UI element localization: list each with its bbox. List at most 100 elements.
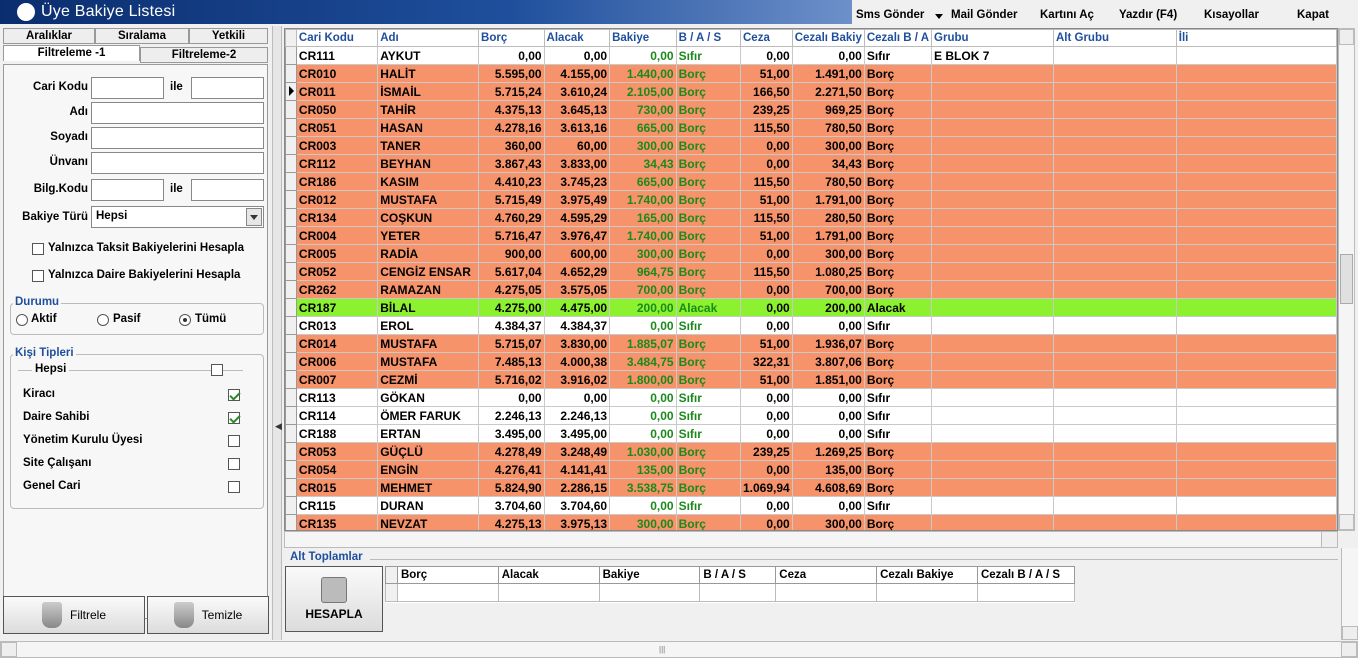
menu-yazdir[interactable]: Yazdır (F4) xyxy=(1119,9,1177,21)
cell-cezali-bas: Borç xyxy=(863,82,933,101)
table-row[interactable]: CR005 RADİA 900,00 600,00 300,00 Borç 0,00 300,… xyxy=(285,244,1337,263)
table-row[interactable]: CR050 TAHİR 4.375,13 3.645,13 730,00 Borç 239,… xyxy=(285,100,1337,119)
filtrele-button[interactable]: Filtrele xyxy=(3,596,145,634)
table-row[interactable]: CR007 CEZMİ 5.716,02 3.916,02 1.800,00 Borç 51… xyxy=(285,370,1337,389)
scroll-left-icon[interactable] xyxy=(1,642,17,657)
col-bakiye[interactable]: Bakiye xyxy=(609,29,677,47)
table-row[interactable]: CR188 ERTAN 3.495,00 3.495,00 0,00 Sıfır 0,00 0… xyxy=(285,424,1337,443)
scroll-down-icon[interactable] xyxy=(1339,514,1354,530)
menu-kisayollar[interactable]: Kısayollar xyxy=(1204,9,1259,21)
adi-input[interactable] xyxy=(91,102,264,124)
kisi-site-calisani-checkbox[interactable] xyxy=(228,458,240,470)
radio-pasif[interactable] xyxy=(97,314,109,326)
scroll-grip-icon[interactable]: ||| xyxy=(659,645,665,654)
bilg-kodu-start-input[interactable] xyxy=(91,179,164,201)
soyadi-input[interactable] xyxy=(91,127,264,149)
col-cezali-bas[interactable]: Cezalı B / A xyxy=(863,29,933,47)
col-cezali-bakiye[interactable]: Cezalı Bakiy xyxy=(791,29,865,47)
table-row[interactable]: CR186 KASIM 4.410,23 3.745,23 665,00 Borç 115,… xyxy=(285,172,1337,191)
cell-grubu xyxy=(931,226,1054,245)
grid-vertical-scrollbar[interactable] xyxy=(1338,28,1355,531)
kisi-kiraci-checkbox[interactable] xyxy=(228,389,240,401)
cell-grubu xyxy=(931,442,1054,461)
tab-siralama[interactable]: Sıralama xyxy=(95,28,189,44)
unvani-input[interactable] xyxy=(91,152,264,174)
table-row[interactable]: CR051 HASAN 4.278,16 3.613,16 665,00 Borç 115,… xyxy=(285,118,1337,137)
table-row[interactable]: CR111 AYKUT 0,00 0,00 0,00 Sıfır 0,00 0,00 Sıfır… xyxy=(285,46,1337,65)
scroll-down-icon[interactable] xyxy=(1342,626,1358,640)
table-row[interactable]: CR053 GÜÇLÜ 4.278,49 3.248,49 1.030,00 Borç 23… xyxy=(285,442,1337,461)
kisi-genel-cari-checkbox[interactable] xyxy=(228,481,240,493)
col-adi[interactable]: Adı xyxy=(377,29,480,47)
daire-checkbox[interactable] xyxy=(32,270,44,282)
col-ili[interactable]: İli xyxy=(1175,29,1337,47)
hepsi-checkbox[interactable] xyxy=(211,364,223,376)
table-row[interactable]: CR134 COŞKUN 4.760,29 4.595,29 165,00 Borç 115… xyxy=(285,208,1337,227)
bakiye-turu-select[interactable]: Hepsi xyxy=(91,206,264,228)
table-row[interactable]: CR112 BEYHAN 3.867,43 3.833,00 34,43 Borç 0,00… xyxy=(285,154,1337,173)
table-row[interactable]: CR011 İSMAİL 5.715,24 3.610,24 2.105,00 Borç 1… xyxy=(285,82,1337,101)
col-borc[interactable]: Borç xyxy=(478,29,545,47)
chevron-down-icon[interactable] xyxy=(935,14,943,19)
table-row[interactable]: CR006 MUSTAFA 7.485,13 4.000,38 3.484,75 Borç… xyxy=(285,352,1337,371)
cell-grubu xyxy=(931,424,1054,443)
bilg-kodu-ile-label: ile xyxy=(170,183,183,195)
table-row[interactable]: CR014 MUSTAFA 5.715,07 3.830,00 1.885,07 Borç… xyxy=(285,334,1337,353)
panel-splitter[interactable]: ◀ xyxy=(272,26,282,640)
tab-yetkili[interactable]: Yetkili xyxy=(189,28,268,44)
table-row[interactable]: CR004 YETER 5.716,47 3.976,47 1.740,00 Borç 51… xyxy=(285,226,1337,245)
hesapla-button[interactable]: HESAPLA xyxy=(285,566,383,632)
tab-filtreleme-2[interactable]: Filtreleme-2 xyxy=(140,47,268,63)
menu-sms-gonder[interactable]: Sms Gönder xyxy=(856,9,924,21)
menu-mail-gonder[interactable]: Mail Gönder xyxy=(951,9,1017,21)
kisi-daire-sahibi-checkbox[interactable] xyxy=(228,412,240,424)
menu-kapat[interactable]: Kapat xyxy=(1297,9,1329,21)
cell-bakiye: 700,00 xyxy=(609,280,677,299)
table-row[interactable]: CR113 GÖKAN 0,00 0,00 0,00 Sıfır 0,00 0,00 Sıfır xyxy=(285,388,1337,407)
table-row[interactable]: CR012 MUSTAFA 5.715,49 3.975,49 1.740,00 Borç… xyxy=(285,190,1337,209)
chevron-down-icon[interactable] xyxy=(246,208,262,226)
tab-filtreleme-1[interactable]: Filtreleme -1 xyxy=(3,45,140,61)
table-row[interactable]: CR262 RAMAZAN 4.275,05 3.575,05 700,00 Borç 0,… xyxy=(285,280,1337,299)
scroll-right-icon[interactable] xyxy=(1341,642,1357,657)
menu-kartini-ac[interactable]: Kartını Aç xyxy=(1040,9,1094,21)
table-row[interactable]: CR187 BİLAL 4.275,00 4.475,00 200,00 Alacak 0,… xyxy=(285,298,1337,317)
col-alt-grubu[interactable]: Alt Grubu xyxy=(1052,29,1177,47)
table-row[interactable]: CR115 DURAN 3.704,60 3.704,60 0,00 Sıfır 0,00 0… xyxy=(285,496,1337,515)
table-row[interactable]: CR135 NEVZAT 4.275,13 3.975,13 300,00 Borç 0,0… xyxy=(285,514,1337,530)
table-row[interactable]: CR010 HALİT 5.595,00 4.155,00 1.440,00 Borç 51… xyxy=(285,64,1337,83)
col-bas[interactable]: B / A / S xyxy=(675,29,742,47)
cell-alt-grubu xyxy=(1052,334,1177,353)
col-grubu[interactable]: Grubu xyxy=(931,29,1054,47)
chevron-left-icon[interactable]: ◀ xyxy=(275,421,282,432)
table-row[interactable]: CR013 EROL 4.384,37 4.384,37 0,00 Sıfır 0,00 0,… xyxy=(285,316,1337,335)
cell-alt-grubu xyxy=(1052,316,1177,335)
col-ceza[interactable]: Ceza xyxy=(740,29,793,47)
tab-araliklar[interactable]: Aralıklar xyxy=(3,28,95,44)
table-row[interactable]: CR054 ENGİN 4.276,41 4.141,41 135,00 Borç 0,00… xyxy=(285,460,1337,479)
scroll-thumb[interactable] xyxy=(1340,254,1353,304)
table-row[interactable]: CR114 ÖMER FARUK 2.246,13 2.246,13 0,00 Sıfır… xyxy=(285,406,1337,425)
table-row[interactable]: CR052 CENGİZ ENSAR 5.617,04 4.652,29 964,75 B… xyxy=(285,262,1337,281)
radio-tumu[interactable] xyxy=(179,314,191,326)
cell-cezali-bas: Borç xyxy=(863,118,933,137)
col-alacak[interactable]: Alacak xyxy=(543,29,611,47)
col-cari-kodu[interactable]: Cari Kodu xyxy=(295,29,379,47)
temizle-button[interactable]: Temizle xyxy=(147,596,269,634)
bilg-kodu-end-input[interactable] xyxy=(191,179,264,201)
cari-kodu-end-input[interactable] xyxy=(191,77,264,99)
window-horizontal-scrollbar[interactable]: ||| xyxy=(0,641,1358,658)
table-row[interactable]: CR015 MEHMET 5.824,90 2.286,15 3.538,75 Borç 1… xyxy=(285,478,1337,497)
cell-bakiye: 2.105,00 xyxy=(609,82,677,101)
scroll-up-icon[interactable] xyxy=(1339,29,1354,45)
kisi-yonetim-checkbox[interactable] xyxy=(228,435,240,447)
cell-ili xyxy=(1175,298,1337,317)
table-row[interactable]: CR003 TANER 360,00 60,00 300,00 Borç 0,00 300,0… xyxy=(285,136,1337,155)
cari-kodu-start-input[interactable] xyxy=(91,77,164,99)
scroll-right-icon[interactable] xyxy=(1321,532,1337,547)
panel-vertical-scrollbar[interactable] xyxy=(1341,548,1358,640)
radio-aktif[interactable] xyxy=(16,314,28,326)
taksit-checkbox[interactable] xyxy=(32,243,44,255)
cell-borc: 4.760,29 xyxy=(478,208,545,227)
grid-horizontal-scrollbar[interactable] xyxy=(284,531,1338,548)
